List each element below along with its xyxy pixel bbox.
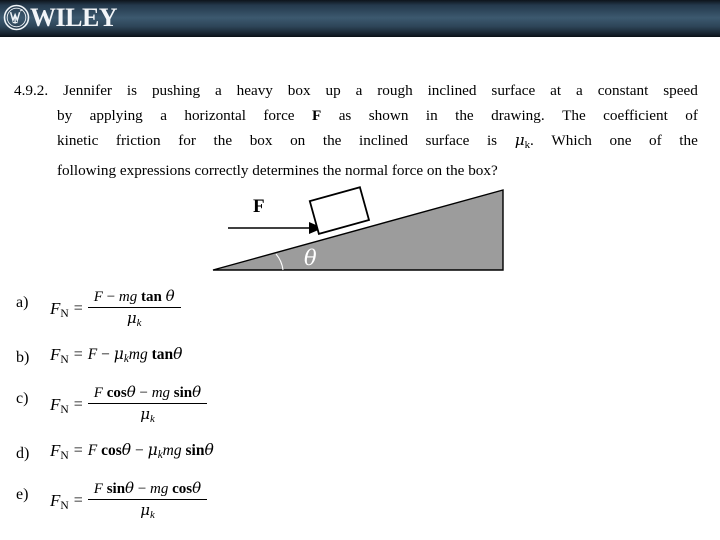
equals-sign-b: = bbox=[73, 346, 83, 363]
option-b-rhs: F − μkmg tanθ bbox=[87, 344, 183, 366]
equals-sign-c: = bbox=[73, 396, 83, 413]
box-on-incline bbox=[308, 186, 371, 235]
option-e[interactable]: e) FN = F sinθ − mg cosθ μk bbox=[14, 478, 454, 524]
fraction-e-denominator: μk bbox=[140, 501, 155, 522]
fraction-e: F sinθ − mg cosθ μk bbox=[87, 479, 208, 522]
header-banner: WILEY bbox=[0, 0, 720, 37]
wiley-circle-emblem bbox=[3, 4, 30, 31]
equals-sign-d: = bbox=[73, 442, 83, 459]
fn-symbol-b: FN bbox=[50, 344, 69, 366]
fn-symbol-d: FN bbox=[50, 440, 69, 462]
equals-sign-a: = bbox=[73, 300, 83, 317]
option-d[interactable]: d) FN = F cosθ − μkmg sinθ bbox=[14, 437, 454, 465]
option-b-expression: FN = F − μkmg tanθ bbox=[50, 341, 182, 369]
wiley-wordmark: WILEY bbox=[30, 2, 118, 32]
option-a-label: a) bbox=[16, 294, 29, 311]
question-line-4: following expressions correctly determin… bbox=[57, 162, 498, 180]
question-line-1: 4.9.2. Jennifer is pushing a heavy box u… bbox=[14, 82, 698, 99]
wiley-logo: WILEY bbox=[3, 2, 118, 32]
angle-label: θ bbox=[304, 246, 317, 270]
option-e-label: e) bbox=[16, 486, 29, 503]
option-a[interactable]: a) FN = F − mg tan θ μk bbox=[14, 286, 454, 332]
force-label: F bbox=[253, 196, 265, 217]
option-c-expression: FN = F cosθ − mg sinθ μk bbox=[50, 382, 208, 428]
force-symbol-inline: F bbox=[311, 107, 322, 124]
fraction-c-numerator: F cosθ − mg sinθ bbox=[93, 383, 202, 402]
fn-symbol-c: FN bbox=[50, 394, 69, 416]
question-line-3: kinetic friction for the box on the incl… bbox=[57, 128, 698, 158]
question-line-2: by applying a horizontal force F as show… bbox=[57, 103, 698, 128]
mu-k-symbol: μk. bbox=[514, 131, 534, 152]
fn-symbol-a: FN bbox=[50, 298, 69, 320]
fraction-a-denominator: μk bbox=[126, 309, 142, 330]
option-d-expression: FN = F cosθ − μkmg sinθ bbox=[50, 437, 214, 465]
option-b-label: b) bbox=[16, 349, 30, 366]
fraction-e-numerator: F sinθ − mg cosθ bbox=[93, 479, 202, 498]
equals-sign-e: = bbox=[73, 492, 83, 509]
fraction-a-numerator: F − mg tan θ bbox=[93, 287, 175, 306]
fraction-c: F cosθ − mg sinθ μk bbox=[87, 383, 208, 426]
option-e-expression: FN = F sinθ − mg cosθ μk bbox=[50, 478, 208, 524]
option-c[interactable]: c) FN = F cosθ − mg sinθ μk bbox=[14, 382, 454, 428]
fraction-a: F − mg tan θ μk bbox=[87, 287, 181, 330]
inclined-plane-diagram: θ F bbox=[205, 182, 515, 278]
option-d-rhs: F cosθ − μkmg sinθ bbox=[87, 440, 214, 462]
fn-symbol-e: FN bbox=[50, 490, 69, 512]
option-c-label: c) bbox=[16, 390, 29, 407]
fraction-c-denominator: μk bbox=[140, 405, 155, 426]
option-a-expression: FN = F − mg tan θ μk bbox=[50, 286, 181, 332]
question-text: 4.9.2. Jennifer is pushing a heavy box u… bbox=[14, 78, 698, 183]
option-b[interactable]: b) FN = F − μkmg tanθ bbox=[14, 341, 454, 369]
option-d-label: d) bbox=[16, 445, 30, 462]
